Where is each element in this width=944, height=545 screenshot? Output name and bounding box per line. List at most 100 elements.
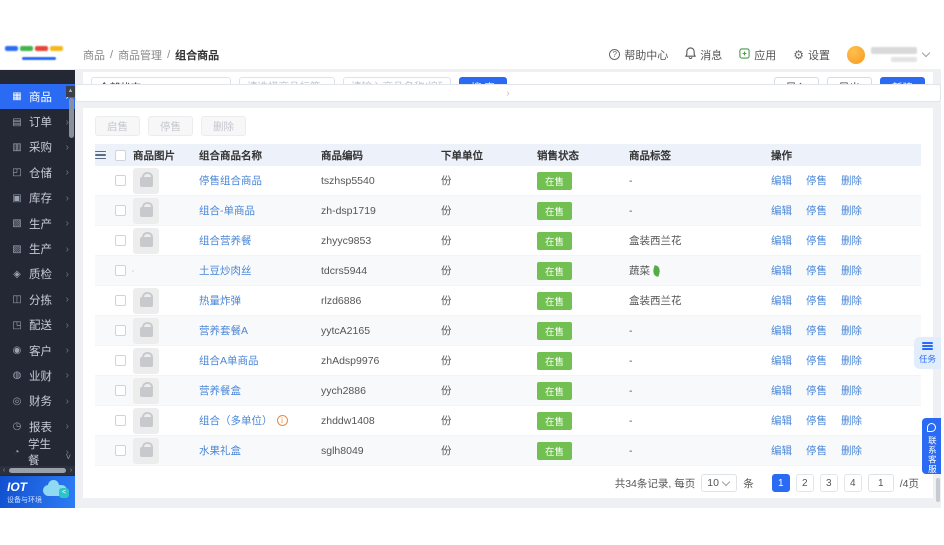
stop-sale-link[interactable]: 停售 (806, 203, 827, 218)
row-checkbox[interactable] (115, 385, 126, 396)
product-name-link[interactable]: 停售组合商品 (199, 173, 262, 188)
page-jump-input[interactable] (868, 474, 894, 492)
product-name-link[interactable]: 土豆炒肉丝 (199, 263, 252, 278)
delete-link[interactable]: 删除 (841, 263, 862, 278)
breadcrumb-item[interactable]: 商品管理 (118, 47, 162, 63)
product-name-link[interactable]: 组合-单商品 (199, 203, 255, 218)
edit-link[interactable]: 编辑 (771, 173, 792, 188)
bulk-enable-sale-button[interactable]: 启售 (95, 116, 140, 136)
row-checkbox[interactable] (115, 205, 126, 216)
finance-icon: ◎ (11, 396, 23, 407)
product-name-link[interactable]: 营养套餐A (199, 323, 248, 338)
messages-button[interactable]: 消息 (685, 47, 722, 63)
product-name-link[interactable]: 组合营养餐 (199, 233, 252, 248)
delete-link[interactable]: 删除 (841, 413, 862, 428)
delete-link[interactable]: 删除 (841, 353, 862, 368)
page-button-2[interactable]: 2 (796, 474, 814, 492)
edit-link[interactable]: 编辑 (771, 263, 792, 278)
sidebar-item-13[interactable]: ◎财务› (0, 389, 75, 414)
sidebar-horizontal-scrollbar[interactable]: ‹ › (0, 466, 75, 475)
sale-status-cell: 在售 (537, 292, 629, 310)
delete-link[interactable]: 删除 (841, 203, 862, 218)
stop-sale-link[interactable]: 停售 (806, 263, 827, 278)
settings-button[interactable]: ⚙ 设置 (793, 47, 830, 63)
column-settings-icon[interactable] (95, 151, 106, 160)
sidebar-item-6[interactable]: ▧生产› (0, 211, 75, 236)
row-checkbox[interactable] (115, 265, 126, 276)
delete-link[interactable]: 删除 (841, 443, 862, 458)
sidebar-item-1[interactable]: ▦商品› (0, 84, 75, 109)
sidebar-item-8[interactable]: ◈质检› (0, 262, 75, 287)
sidebar-scroll-up[interactable]: ▲ (66, 86, 75, 97)
delete-link[interactable]: 删除 (841, 293, 862, 308)
sidebar-item-4[interactable]: ◰仓储› (0, 160, 75, 185)
sidebar-item-3[interactable]: ▥采购› (0, 135, 75, 160)
edit-link[interactable]: 编辑 (771, 233, 792, 248)
main-scrollbar-thumb[interactable] (936, 478, 940, 502)
sidebar-item-5[interactable]: ▣库存› (0, 186, 75, 211)
apps-button[interactable]: 应用 (739, 47, 776, 63)
page-size-select[interactable]: 10 (701, 474, 737, 492)
sidebar-item-9[interactable]: ◫分拣› (0, 287, 75, 312)
edit-link[interactable]: 编辑 (771, 353, 792, 368)
stop-sale-link[interactable]: 停售 (806, 173, 827, 188)
delete-link[interactable]: 删除 (841, 383, 862, 398)
help-center-button[interactable]: ? 帮助中心 (609, 47, 668, 63)
row-checkbox[interactable] (115, 295, 126, 306)
row-checkbox[interactable] (115, 175, 126, 186)
product-name-link[interactable]: 组合（多单位）i (199, 413, 288, 428)
sidebar-scrollbar-thumb[interactable] (69, 98, 74, 138)
edit-link[interactable]: 编辑 (771, 293, 792, 308)
horizontal-scrollbar-thumb[interactable] (9, 468, 66, 473)
delete-link[interactable]: 删除 (841, 323, 862, 338)
stop-sale-link[interactable]: 停售 (806, 233, 827, 248)
row-checkbox[interactable] (115, 325, 126, 336)
info-icon[interactable]: i (277, 415, 288, 426)
delete-link[interactable]: 删除 (841, 233, 862, 248)
page-button-4[interactable]: 4 (844, 474, 862, 492)
stop-sale-link[interactable]: 停售 (806, 293, 827, 308)
stop-sale-link[interactable]: 停售 (806, 383, 827, 398)
sidebar-item-15[interactable]: ◔学生餐› (0, 439, 75, 464)
breadcrumb-item[interactable]: 商品 (83, 47, 105, 63)
stop-sale-link[interactable]: 停售 (806, 443, 827, 458)
iot-banner[interactable]: IOT 设备与环境 < (0, 476, 75, 508)
edit-link[interactable]: 编辑 (771, 413, 792, 428)
stop-sale-link[interactable]: 停售 (806, 353, 827, 368)
sidebar-item-10[interactable]: ◳配送› (0, 313, 75, 338)
user-menu[interactable] (847, 46, 929, 64)
customer-service-widget[interactable]: 联系客服 (922, 418, 941, 474)
row-checkbox[interactable] (115, 415, 126, 426)
bulk-delete-button[interactable]: 删除 (201, 116, 246, 136)
scroll-left-icon[interactable]: ‹ (0, 467, 8, 474)
sale-status-cell: 在售 (537, 412, 629, 430)
bulk-stop-sale-button[interactable]: 停售 (148, 116, 193, 136)
product-name-link[interactable]: 组合A单商品 (199, 353, 259, 368)
edit-link[interactable]: 编辑 (771, 443, 792, 458)
next-page-button[interactable]: › (75, 84, 941, 102)
row-checkbox[interactable] (115, 235, 126, 246)
row-checkbox[interactable] (115, 355, 126, 366)
product-name-link[interactable]: 营养餐盒 (199, 383, 241, 398)
page-button-1[interactable]: 1 (772, 474, 790, 492)
sidebar-item-2[interactable]: ▤订单› (0, 109, 75, 134)
sidebar-item-11[interactable]: ◉客户› (0, 338, 75, 363)
table-row: 组合A单商品zhAdsp9976份在售-编辑停售删除 (95, 346, 921, 376)
edit-link[interactable]: 编辑 (771, 383, 792, 398)
edit-link[interactable]: 编辑 (771, 203, 792, 218)
row-checkbox[interactable] (115, 445, 126, 456)
product-name-link[interactable]: 热量炸弹 (199, 293, 241, 308)
sale-status-cell: 在售 (537, 202, 629, 220)
stop-sale-link[interactable]: 停售 (806, 323, 827, 338)
page-button-3[interactable]: 3 (820, 474, 838, 492)
sidebar-item-7[interactable]: ▨生产› (0, 236, 75, 261)
edit-link[interactable]: 编辑 (771, 323, 792, 338)
scroll-right-icon[interactable]: › (67, 467, 75, 474)
delete-link[interactable]: 删除 (841, 173, 862, 188)
select-all-checkbox[interactable] (115, 150, 126, 161)
stop-sale-link[interactable]: 停售 (806, 413, 827, 428)
tasks-widget[interactable]: 任务 (914, 337, 941, 369)
sidebar-scroll-down-icon[interactable]: ˅ (66, 452, 71, 462)
sidebar-item-12[interactable]: ◍业财› (0, 363, 75, 388)
product-name-link[interactable]: 水果礼盒 (199, 443, 241, 458)
